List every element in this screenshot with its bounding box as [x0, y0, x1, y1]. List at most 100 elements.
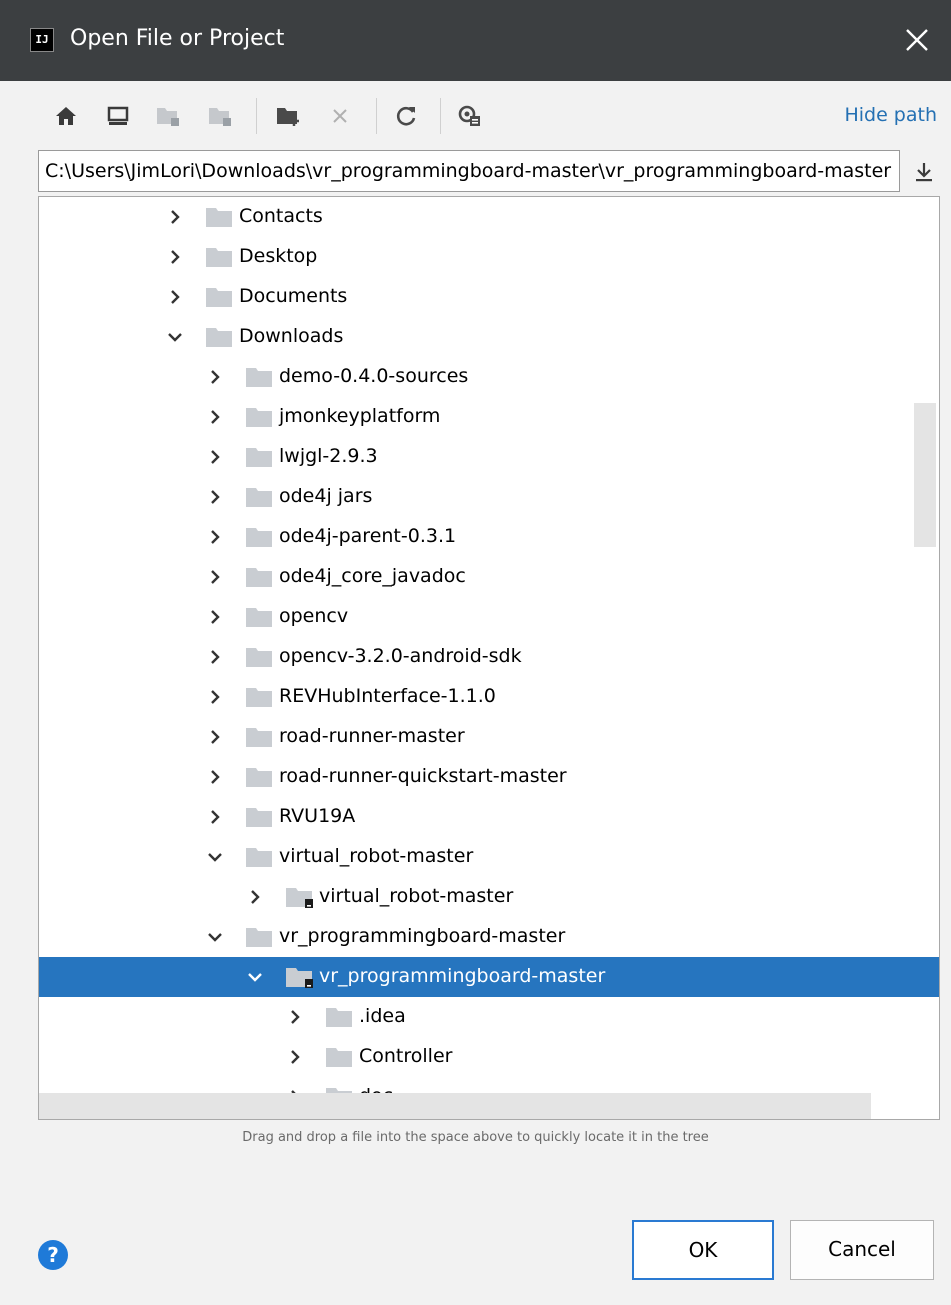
- new-folder-icon: [277, 108, 299, 126]
- tree-row-label: Documents: [239, 285, 348, 307]
- show-hidden-button[interactable]: [454, 100, 486, 132]
- desktop-icon: [107, 106, 129, 125]
- chevron-down-icon[interactable]: [165, 327, 185, 347]
- tree-row[interactable]: ode4j_core_javadoc: [39, 557, 939, 597]
- intellij-logo-icon: IJ: [30, 28, 54, 52]
- tree-row[interactable]: lwjgl-2.9.3: [39, 437, 939, 477]
- hide-path-link[interactable]: Hide path: [844, 104, 937, 126]
- project-folder-icon: [285, 966, 313, 988]
- tree-row-label: REVHubInterface-1.1.0: [279, 685, 496, 707]
- chevron-right-icon[interactable]: [205, 487, 225, 507]
- tree-row[interactable]: road-runner-quickstart-master: [39, 757, 939, 797]
- chevron-right-icon[interactable]: [205, 567, 225, 587]
- folder-icon: [245, 366, 273, 388]
- chevron-right-icon[interactable]: [205, 647, 225, 667]
- chevron-right-icon[interactable]: [205, 727, 225, 747]
- title-bar: IJ Open File or Project: [0, 0, 951, 81]
- folder-icon: [245, 606, 273, 628]
- chevron-right-icon[interactable]: [205, 367, 225, 387]
- drag-drop-hint: Drag and drop a file into the space abov…: [242, 1130, 709, 1145]
- tree-row[interactable]: jmonkeyplatform: [39, 397, 939, 437]
- chevron-down-icon[interactable]: [245, 967, 265, 987]
- tree-row[interactable]: Desktop: [39, 237, 939, 277]
- tree-row[interactable]: Controller: [39, 1037, 939, 1077]
- chevron-right-icon[interactable]: [205, 527, 225, 547]
- path-input[interactable]: C:\Users\JimLori\Downloads\vr_programmin…: [38, 150, 900, 192]
- folder-icon: [245, 446, 273, 468]
- vertical-scrollbar-thumb[interactable]: [914, 403, 936, 547]
- chevron-down-icon[interactable]: [205, 847, 225, 867]
- tree-row-label: RVU19A: [279, 805, 356, 827]
- folder-icon: [325, 1046, 353, 1068]
- project-folder-icon: [285, 886, 313, 908]
- tree-row[interactable]: .idea: [39, 997, 939, 1037]
- tree-row-label: ode4j-parent-0.3.1: [279, 525, 457, 547]
- delete-button[interactable]: [324, 100, 356, 132]
- tree-row-label: demo-0.4.0-sources: [279, 365, 469, 387]
- folder-icon: [245, 686, 273, 708]
- tree-row-label: ode4j jars: [279, 485, 373, 507]
- folder-icon: [245, 766, 273, 788]
- tree-row-label: Downloads: [239, 325, 344, 347]
- tree-row[interactable]: vr_programmingboard-master: [39, 957, 939, 997]
- tree-row[interactable]: RVU19A: [39, 797, 939, 837]
- folder-icon: [245, 926, 273, 948]
- tree-row[interactable]: Downloads: [39, 317, 939, 357]
- file-tree[interactable]: Contacts Desktop Documents Downloads demo-0.…: [38, 196, 940, 1120]
- module-folder-icon: [209, 108, 231, 126]
- tree-row[interactable]: opencv-3.2.0-android-sdk: [39, 637, 939, 677]
- cancel-button[interactable]: Cancel: [790, 1220, 934, 1280]
- chevron-right-icon[interactable]: [165, 247, 185, 267]
- module-folder-button[interactable]: [204, 100, 236, 132]
- close-icon: [906, 29, 928, 51]
- desktop-button[interactable]: [102, 100, 134, 132]
- chevron-right-icon[interactable]: [285, 1007, 305, 1027]
- horizontal-scrollbar-thumb[interactable]: [39, 1093, 871, 1119]
- ok-button[interactable]: OK: [632, 1220, 774, 1280]
- tree-row-label: Desktop: [239, 245, 318, 267]
- tree-row[interactable]: Documents: [39, 277, 939, 317]
- refresh-button[interactable]: [390, 100, 422, 132]
- chevron-right-icon[interactable]: [205, 407, 225, 427]
- chevron-right-icon[interactable]: [165, 287, 185, 307]
- tree-row-label: virtual_robot-master: [279, 845, 474, 867]
- chevron-right-icon[interactable]: [205, 687, 225, 707]
- close-button[interactable]: [897, 18, 937, 62]
- tree-row-label: virtual_robot-master: [319, 885, 514, 907]
- project-folder-button[interactable]: [152, 100, 184, 132]
- folder-icon: [205, 246, 233, 268]
- help-button[interactable]: ?: [38, 1240, 68, 1270]
- tree-row[interactable]: road-runner-master: [39, 717, 939, 757]
- new-folder-button[interactable]: [272, 100, 304, 132]
- path-row: C:\Users\JimLori\Downloads\vr_programmin…: [0, 150, 951, 196]
- tree-row[interactable]: vr_programmingboard-master: [39, 917, 939, 957]
- chevron-right-icon[interactable]: [205, 607, 225, 627]
- home-button[interactable]: [50, 100, 82, 132]
- refresh-icon: [396, 106, 416, 126]
- folder-icon: [245, 486, 273, 508]
- chevron-right-icon[interactable]: [205, 447, 225, 467]
- tree-row[interactable]: opencv: [39, 597, 939, 637]
- tree-row[interactable]: demo-0.4.0-sources: [39, 357, 939, 397]
- toolbar-separator: [256, 98, 257, 134]
- chevron-right-icon[interactable]: [165, 207, 185, 227]
- download-button[interactable]: [908, 156, 940, 188]
- window-title: Open File or Project: [70, 26, 285, 51]
- chevron-right-icon[interactable]: [205, 807, 225, 827]
- chevron-right-icon[interactable]: [245, 887, 265, 907]
- tree-row[interactable]: Contacts: [39, 197, 939, 237]
- tree-row[interactable]: ode4j-parent-0.3.1: [39, 517, 939, 557]
- tree-row-label: Controller: [359, 1045, 453, 1067]
- chevron-right-icon[interactable]: [205, 767, 225, 787]
- toolbar-separator: [376, 98, 377, 134]
- tree-row[interactable]: ode4j jars: [39, 477, 939, 517]
- path-text: C:\Users\JimLori\Downloads\vr_programmin…: [45, 160, 892, 182]
- project-folder-icon: [157, 108, 179, 126]
- chevron-down-icon[interactable]: [205, 927, 225, 947]
- tree-row[interactable]: REVHubInterface-1.1.0: [39, 677, 939, 717]
- tree-row[interactable]: virtual_robot-master: [39, 877, 939, 917]
- tree-row[interactable]: virtual_robot-master: [39, 837, 939, 877]
- chevron-right-icon[interactable]: [285, 1047, 305, 1067]
- tree-row-label: lwjgl-2.9.3: [279, 445, 378, 467]
- delete-icon: [333, 109, 347, 123]
